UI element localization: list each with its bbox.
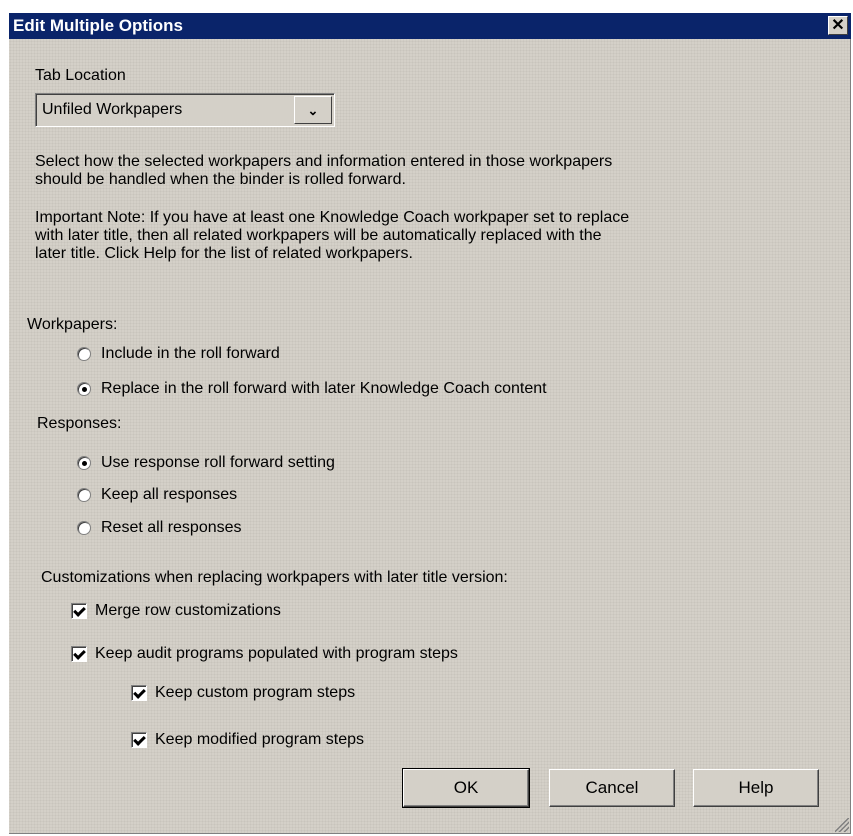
option-label: Replace in the roll forward with later K… (101, 380, 547, 397)
cancel-button[interactable]: Cancel (549, 769, 675, 807)
option-label: Keep audit programs populated with progr… (95, 645, 458, 662)
tab-location-label: Tab Location (35, 67, 126, 84)
option-label: Keep all responses (101, 486, 238, 503)
customizations-label: Customizations when replacing workpapers… (41, 569, 508, 586)
option-label: Keep custom program steps (155, 684, 356, 701)
checkbox[interactable] (131, 685, 147, 701)
option-label: Merge row customizations (95, 602, 281, 619)
help-button[interactable]: Help (693, 769, 819, 807)
important-note-text: Important Note: If you have at least one… (35, 209, 629, 263)
description-text: Select how the selected workpapers and i… (35, 153, 612, 189)
description-line-1: Select how the selected workpapers and i… (35, 153, 613, 170)
tab-location-value: Unfiled Workpapers (42, 101, 183, 118)
close-icon[interactable]: ✕ (828, 16, 848, 35)
edit-multiple-options-dialog: Edit Multiple Options ✕ Tab Location Unf… (8, 12, 851, 834)
window-title: Edit Multiple Options (13, 16, 183, 35)
resize-grip-icon[interactable] (835, 818, 849, 832)
note-line-3: later title. Click Help for the list of … (35, 245, 413, 262)
radio-button[interactable] (77, 521, 91, 535)
title-bar[interactable]: Edit Multiple Options ✕ (9, 13, 851, 39)
option-label: Use response roll forward setting (101, 454, 335, 471)
ok-button[interactable]: OK (402, 768, 530, 808)
note-line-2: with later title, then all related workp… (35, 227, 602, 244)
radio-button[interactable] (77, 456, 91, 470)
radio-button[interactable] (77, 488, 91, 502)
option-label: Reset all responses (101, 519, 242, 536)
radio-button[interactable] (77, 347, 91, 361)
checkbox[interactable] (71, 646, 87, 662)
option-label: Keep modified program steps (155, 731, 364, 748)
description-line-2: should be handled when the binder is rol… (35, 171, 406, 188)
chevron-down-icon[interactable]: ⌄ (294, 96, 332, 124)
responses-label: Responses: (37, 415, 122, 432)
workpapers-label: Workpapers: (27, 316, 118, 333)
checkbox[interactable] (71, 603, 87, 619)
option-label: Include in the roll forward (101, 345, 280, 362)
tab-location-select[interactable]: Unfiled Workpapers ⌄ (35, 93, 335, 127)
checkbox[interactable] (131, 732, 147, 748)
note-line-1: Important Note: If you have at least one… (35, 209, 630, 226)
radio-button[interactable] (77, 382, 91, 396)
